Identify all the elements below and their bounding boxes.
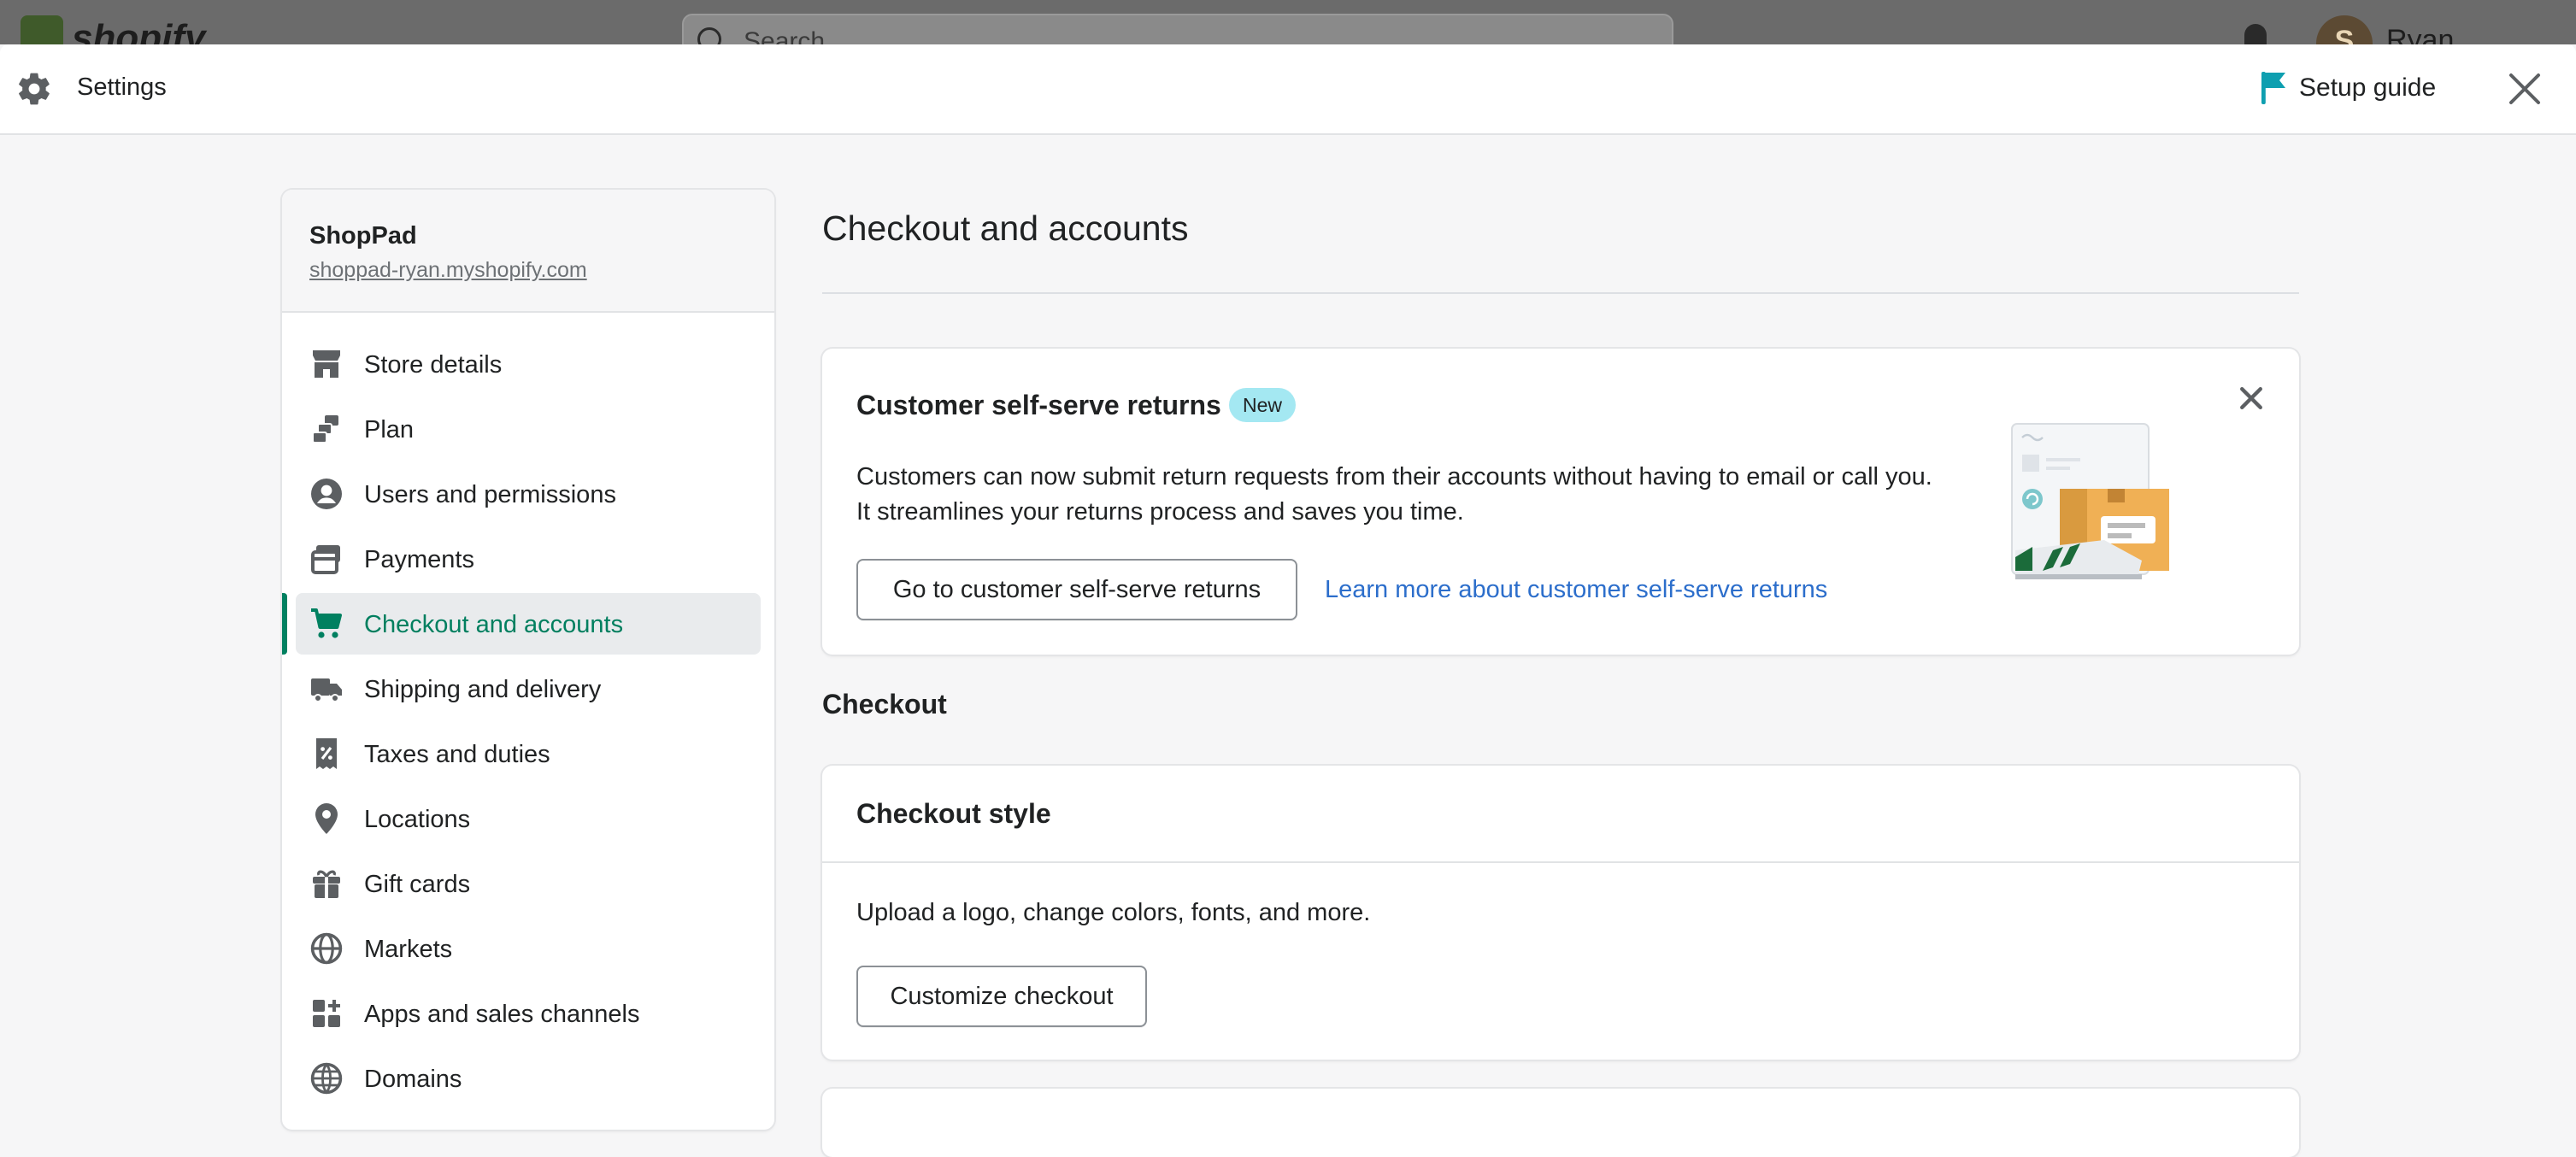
- background-search-placeholder: Search: [744, 27, 826, 44]
- search-icon: [697, 27, 721, 44]
- domains-icon: [310, 1062, 343, 1095]
- cart-icon: [311, 608, 342, 638]
- sidebar-item-users[interactable]: Users and permissions: [296, 463, 761, 525]
- location-icon: [315, 803, 338, 834]
- header-title: Settings: [77, 73, 167, 101]
- returns-illustration: [2011, 423, 2169, 579]
- sidebar-item-apps[interactable]: Apps and sales channels: [296, 983, 761, 1044]
- new-badge: New: [1229, 388, 1297, 422]
- gift-icon: [313, 870, 340, 898]
- checkout-style-header: Checkout style: [822, 766, 2299, 863]
- close-icon[interactable]: [2506, 70, 2544, 108]
- sidebar-item-markets[interactable]: Markets: [296, 918, 761, 979]
- sidebar-item-store-details[interactable]: Store details: [296, 333, 761, 395]
- sidebar-item-label: Payments: [364, 546, 474, 573]
- sidebar-item-label: Apps and sales channels: [364, 1001, 640, 1028]
- sidebar-item-label: Taxes and duties: [364, 741, 550, 768]
- sidebar-item-label: Markets: [364, 936, 453, 963]
- user-name: Ryan ODonnell: [2386, 24, 2455, 44]
- dismiss-icon[interactable]: [2236, 383, 2267, 414]
- sidebar-item-label: Gift cards: [364, 871, 471, 898]
- shopify-brand: shopify: [72, 17, 206, 44]
- avatar: S: [2316, 15, 2373, 44]
- globe-icon: [310, 932, 343, 965]
- background-app-bar: shopify Search S Ryan ODonnell: [0, 0, 2576, 44]
- checkout-style-description: Upload a logo, change colors, fonts, and…: [856, 899, 1371, 926]
- tax-icon: [316, 738, 337, 769]
- settings-header: Settings Setup guide: [0, 44, 2576, 135]
- flag-icon[interactable]: [2260, 70, 2287, 106]
- store-info: ShopPad shoppad-ryan.myshopify.com: [282, 190, 774, 313]
- setup-guide-button[interactable]: Setup guide: [2299, 73, 2436, 103]
- title-divider: [822, 292, 2299, 294]
- background-search-box: [682, 14, 1673, 44]
- checkout-style-title: Checkout style: [856, 798, 1051, 829]
- settings-sidebar: ShopPad shoppad-ryan.myshopify.com Store…: [282, 190, 774, 1130]
- sidebar-item-label: Domains: [364, 1066, 462, 1093]
- sidebar-item-checkout[interactable]: Checkout and accounts: [282, 593, 761, 655]
- customize-checkout-button[interactable]: Customize checkout: [856, 966, 1147, 1027]
- sidebar-item-locations[interactable]: Locations: [296, 788, 761, 849]
- next-card: [822, 1089, 2299, 1157]
- user-icon: [311, 479, 342, 509]
- sidebar-item-domains[interactable]: Domains: [296, 1048, 761, 1109]
- sidebar-item-plan[interactable]: Plan: [296, 398, 761, 460]
- store-domain-link[interactable]: shoppad-ryan.myshopify.com: [309, 258, 587, 283]
- store-name: ShopPad: [309, 222, 417, 250]
- sidebar-item-label: Users and permissions: [364, 481, 616, 508]
- payments-icon: [311, 545, 340, 574]
- learn-more-link[interactable]: Learn more about customer self-serve ret…: [1325, 576, 1827, 604]
- sidebar-item-label: Plan: [364, 416, 415, 443]
- promo-title: Customer self-serve returns: [856, 390, 1221, 420]
- sidebar-item-payments[interactable]: Payments: [296, 528, 761, 590]
- checkout-style-card: Checkout style Upload a logo, change col…: [822, 766, 2299, 1060]
- store-icon: [313, 350, 340, 378]
- self-serve-returns-card: Customer self-serve returns New Customer…: [822, 349, 2299, 655]
- sidebar-item-label: Checkout and accounts: [364, 611, 624, 638]
- bell-icon: [2244, 24, 2267, 44]
- promo-description: Customers can now submit return requests…: [856, 463, 1932, 526]
- gear-icon: [19, 73, 50, 105]
- go-to-self-serve-returns-button[interactable]: Go to customer self-serve returns: [856, 559, 1297, 620]
- sidebar-item-gift-cards[interactable]: Gift cards: [296, 853, 761, 914]
- truck-icon: [311, 678, 342, 702]
- sidebar-item-label: Shipping and delivery: [364, 676, 602, 703]
- sidebar-item-label: Store details: [364, 351, 503, 379]
- apps-icon: [313, 1000, 340, 1027]
- sidebar-item-taxes[interactable]: Taxes and duties: [296, 723, 761, 784]
- checkout-section-title: Checkout: [822, 689, 947, 719]
- sidebar-item-shipping[interactable]: Shipping and delivery: [296, 658, 761, 719]
- sidebar-item-label: Locations: [364, 806, 471, 833]
- page-title: Checkout and accounts: [822, 208, 1189, 248]
- shopify-logo-icon: [21, 15, 63, 44]
- plan-icon: [312, 415, 338, 443]
